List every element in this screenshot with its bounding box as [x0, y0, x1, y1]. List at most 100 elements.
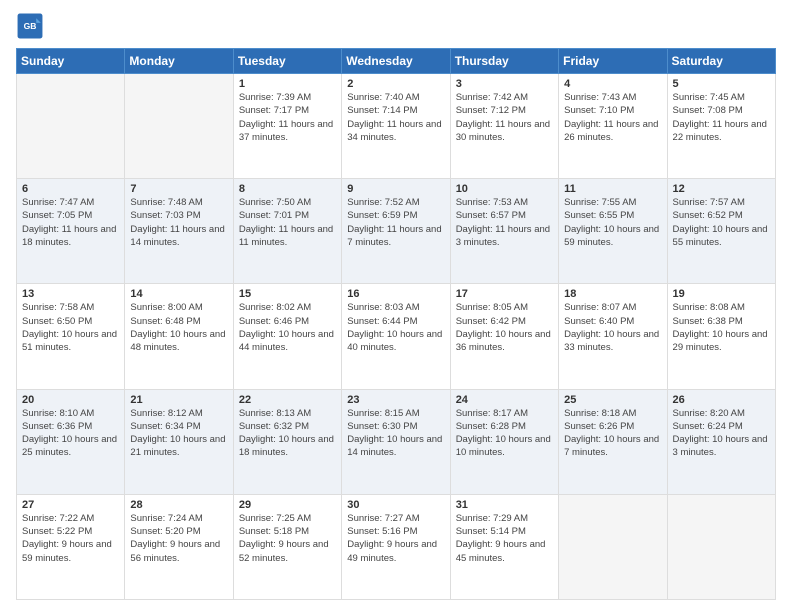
- svg-text:GB: GB: [24, 21, 37, 31]
- day-number: 5: [673, 78, 770, 90]
- day-number: 6: [22, 183, 119, 195]
- day-number: 17: [456, 288, 553, 300]
- day-info: Sunrise: 7:58 AMSunset: 6:50 PMDaylight:…: [22, 301, 119, 354]
- calendar-cell: 17Sunrise: 8:05 AMSunset: 6:42 PMDayligh…: [450, 284, 558, 389]
- calendar-cell: 2Sunrise: 7:40 AMSunset: 7:14 PMDaylight…: [342, 74, 450, 179]
- day-number: 30: [347, 499, 444, 511]
- calendar-cell: 15Sunrise: 8:02 AMSunset: 6:46 PMDayligh…: [233, 284, 341, 389]
- calendar-cell: 7Sunrise: 7:48 AMSunset: 7:03 PMDaylight…: [125, 179, 233, 284]
- calendar-cell: 22Sunrise: 8:13 AMSunset: 6:32 PMDayligh…: [233, 389, 341, 494]
- calendar-cell: 29Sunrise: 7:25 AMSunset: 5:18 PMDayligh…: [233, 494, 341, 599]
- day-number: 10: [456, 183, 553, 195]
- calendar-cell: 4Sunrise: 7:43 AMSunset: 7:10 PMDaylight…: [559, 74, 667, 179]
- calendar-cell: 5Sunrise: 7:45 AMSunset: 7:08 PMDaylight…: [667, 74, 775, 179]
- day-info: Sunrise: 7:48 AMSunset: 7:03 PMDaylight:…: [130, 196, 227, 249]
- calendar-cell: 12Sunrise: 7:57 AMSunset: 6:52 PMDayligh…: [667, 179, 775, 284]
- day-info: Sunrise: 7:40 AMSunset: 7:14 PMDaylight:…: [347, 91, 444, 144]
- day-info: Sunrise: 7:47 AMSunset: 7:05 PMDaylight:…: [22, 196, 119, 249]
- calendar-week-row: 13Sunrise: 7:58 AMSunset: 6:50 PMDayligh…: [17, 284, 776, 389]
- day-number: 15: [239, 288, 336, 300]
- calendar-cell: 6Sunrise: 7:47 AMSunset: 7:05 PMDaylight…: [17, 179, 125, 284]
- calendar-day-header: Wednesday: [342, 49, 450, 74]
- day-number: 4: [564, 78, 661, 90]
- calendar-cell: 16Sunrise: 8:03 AMSunset: 6:44 PMDayligh…: [342, 284, 450, 389]
- day-info: Sunrise: 8:10 AMSunset: 6:36 PMDaylight:…: [22, 407, 119, 460]
- day-info: Sunrise: 7:25 AMSunset: 5:18 PMDaylight:…: [239, 512, 336, 565]
- calendar-cell: 27Sunrise: 7:22 AMSunset: 5:22 PMDayligh…: [17, 494, 125, 599]
- day-info: Sunrise: 7:55 AMSunset: 6:55 PMDaylight:…: [564, 196, 661, 249]
- day-number: 26: [673, 394, 770, 406]
- calendar-week-row: 27Sunrise: 7:22 AMSunset: 5:22 PMDayligh…: [17, 494, 776, 599]
- day-info: Sunrise: 8:08 AMSunset: 6:38 PMDaylight:…: [673, 301, 770, 354]
- calendar-cell: 10Sunrise: 7:53 AMSunset: 6:57 PMDayligh…: [450, 179, 558, 284]
- day-info: Sunrise: 8:12 AMSunset: 6:34 PMDaylight:…: [130, 407, 227, 460]
- calendar-cell: 20Sunrise: 8:10 AMSunset: 6:36 PMDayligh…: [17, 389, 125, 494]
- day-number: 8: [239, 183, 336, 195]
- calendar-day-header: Monday: [125, 49, 233, 74]
- day-number: 13: [22, 288, 119, 300]
- calendar-cell: 31Sunrise: 7:29 AMSunset: 5:14 PMDayligh…: [450, 494, 558, 599]
- day-number: 20: [22, 394, 119, 406]
- day-number: 11: [564, 183, 661, 195]
- logo-icon: GB: [16, 12, 44, 40]
- day-info: Sunrise: 8:05 AMSunset: 6:42 PMDaylight:…: [456, 301, 553, 354]
- calendar-cell: 21Sunrise: 8:12 AMSunset: 6:34 PMDayligh…: [125, 389, 233, 494]
- calendar-week-row: 20Sunrise: 8:10 AMSunset: 6:36 PMDayligh…: [17, 389, 776, 494]
- calendar-week-row: 1Sunrise: 7:39 AMSunset: 7:17 PMDaylight…: [17, 74, 776, 179]
- calendar-cell: [125, 74, 233, 179]
- day-number: 23: [347, 394, 444, 406]
- day-number: 18: [564, 288, 661, 300]
- day-info: Sunrise: 7:45 AMSunset: 7:08 PMDaylight:…: [673, 91, 770, 144]
- day-info: Sunrise: 8:13 AMSunset: 6:32 PMDaylight:…: [239, 407, 336, 460]
- day-info: Sunrise: 7:22 AMSunset: 5:22 PMDaylight:…: [22, 512, 119, 565]
- calendar-cell: 14Sunrise: 8:00 AMSunset: 6:48 PMDayligh…: [125, 284, 233, 389]
- day-info: Sunrise: 7:50 AMSunset: 7:01 PMDaylight:…: [239, 196, 336, 249]
- calendar-cell: 1Sunrise: 7:39 AMSunset: 7:17 PMDaylight…: [233, 74, 341, 179]
- day-info: Sunrise: 7:39 AMSunset: 7:17 PMDaylight:…: [239, 91, 336, 144]
- calendar-cell: 23Sunrise: 8:15 AMSunset: 6:30 PMDayligh…: [342, 389, 450, 494]
- day-number: 16: [347, 288, 444, 300]
- day-number: 24: [456, 394, 553, 406]
- calendar-cell: [17, 74, 125, 179]
- calendar-day-header: Sunday: [17, 49, 125, 74]
- day-number: 22: [239, 394, 336, 406]
- day-number: 14: [130, 288, 227, 300]
- calendar-cell: 24Sunrise: 8:17 AMSunset: 6:28 PMDayligh…: [450, 389, 558, 494]
- calendar-header-row: SundayMondayTuesdayWednesdayThursdayFrid…: [17, 49, 776, 74]
- logo: GB: [16, 12, 48, 40]
- day-info: Sunrise: 8:17 AMSunset: 6:28 PMDaylight:…: [456, 407, 553, 460]
- calendar-cell: 13Sunrise: 7:58 AMSunset: 6:50 PMDayligh…: [17, 284, 125, 389]
- calendar-cell: 11Sunrise: 7:55 AMSunset: 6:55 PMDayligh…: [559, 179, 667, 284]
- day-info: Sunrise: 7:29 AMSunset: 5:14 PMDaylight:…: [456, 512, 553, 565]
- day-number: 21: [130, 394, 227, 406]
- day-info: Sunrise: 7:52 AMSunset: 6:59 PMDaylight:…: [347, 196, 444, 249]
- day-info: Sunrise: 8:07 AMSunset: 6:40 PMDaylight:…: [564, 301, 661, 354]
- day-info: Sunrise: 7:43 AMSunset: 7:10 PMDaylight:…: [564, 91, 661, 144]
- calendar-day-header: Friday: [559, 49, 667, 74]
- day-info: Sunrise: 7:27 AMSunset: 5:16 PMDaylight:…: [347, 512, 444, 565]
- calendar-cell: 3Sunrise: 7:42 AMSunset: 7:12 PMDaylight…: [450, 74, 558, 179]
- calendar-cell: 19Sunrise: 8:08 AMSunset: 6:38 PMDayligh…: [667, 284, 775, 389]
- day-number: 25: [564, 394, 661, 406]
- calendar-day-header: Thursday: [450, 49, 558, 74]
- page-header: GB: [16, 12, 776, 40]
- calendar-week-row: 6Sunrise: 7:47 AMSunset: 7:05 PMDaylight…: [17, 179, 776, 284]
- day-number: 31: [456, 499, 553, 511]
- calendar-cell: 26Sunrise: 8:20 AMSunset: 6:24 PMDayligh…: [667, 389, 775, 494]
- day-number: 3: [456, 78, 553, 90]
- calendar-cell: 9Sunrise: 7:52 AMSunset: 6:59 PMDaylight…: [342, 179, 450, 284]
- day-info: Sunrise: 8:18 AMSunset: 6:26 PMDaylight:…: [564, 407, 661, 460]
- calendar-cell: 30Sunrise: 7:27 AMSunset: 5:16 PMDayligh…: [342, 494, 450, 599]
- calendar-cell: [667, 494, 775, 599]
- day-number: 19: [673, 288, 770, 300]
- day-info: Sunrise: 7:24 AMSunset: 5:20 PMDaylight:…: [130, 512, 227, 565]
- calendar-day-header: Saturday: [667, 49, 775, 74]
- day-number: 9: [347, 183, 444, 195]
- calendar-day-header: Tuesday: [233, 49, 341, 74]
- day-number: 12: [673, 183, 770, 195]
- calendar-cell: 8Sunrise: 7:50 AMSunset: 7:01 PMDaylight…: [233, 179, 341, 284]
- day-info: Sunrise: 8:02 AMSunset: 6:46 PMDaylight:…: [239, 301, 336, 354]
- calendar-cell: [559, 494, 667, 599]
- day-info: Sunrise: 7:57 AMSunset: 6:52 PMDaylight:…: [673, 196, 770, 249]
- calendar-cell: 18Sunrise: 8:07 AMSunset: 6:40 PMDayligh…: [559, 284, 667, 389]
